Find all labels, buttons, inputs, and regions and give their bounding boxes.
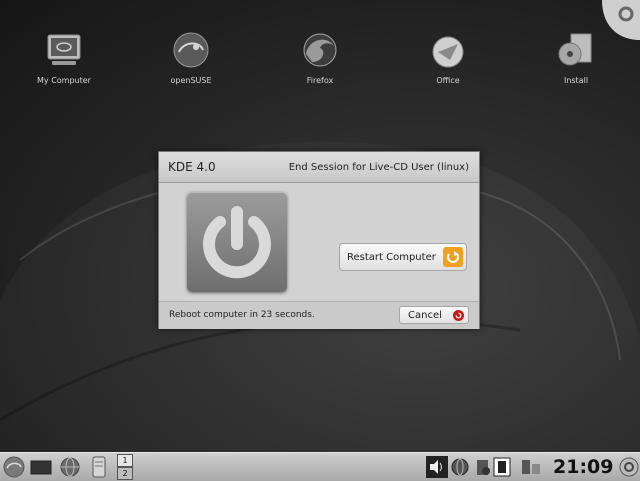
office-icon [432,36,464,68]
cancel-icon [453,310,464,321]
panel-toolbox-icon[interactable] [618,456,640,478]
volume-icon[interactable] [426,456,448,478]
dialog-footer: Reboot computer in 23 seconds. Cancel [159,301,479,329]
storage-device-icon[interactable] [88,456,110,478]
taskbar-panel: 1 2 21:09 [0,452,640,481]
taskbar-window-icon[interactable] [520,456,542,478]
reboot-countdown-text: Reboot computer in 23 seconds. [169,310,315,320]
clock-time[interactable]: 21:09 [553,456,613,478]
power-icon [203,206,271,279]
network-status-icon[interactable] [449,456,471,478]
device-notifier-icon[interactable] [491,456,513,478]
desktop-icon-label: Install [563,76,589,85]
pager-desktop-1[interactable]: 1 [117,454,133,467]
desktop-icon-label: Office [436,76,460,85]
end-session-dialog: KDE 4.0 End Session for Live-CD User (li… [158,151,480,329]
cancel-button[interactable]: Cancel [399,306,469,324]
opensuse-icon [173,32,209,68]
pager-desktop-2[interactable]: 2 [117,467,133,480]
cancel-label: Cancel [408,310,442,321]
dialog-header: KDE 4.0 End Session for Live-CD User (li… [159,152,479,183]
show-desktop-icon[interactable] [30,456,52,478]
kde-version-title: KDE 4.0 [168,160,216,174]
desktop-icon-label: Firefox [306,76,334,85]
desktop-icon-label: My Computer [37,76,91,85]
restart-computer-button[interactable]: Restart Computer [339,243,467,271]
desktop-icon-my-computer[interactable]: My Computer [24,30,104,85]
virtual-desktop-pager[interactable]: 1 2 [117,454,133,480]
desktop-icon-label: openSUSE [170,76,212,85]
power-icon-tile [187,192,287,292]
desktop-icon-opensuse[interactable]: openSUSE [151,30,231,85]
kickoff-menu-icon[interactable] [3,456,25,478]
network-globe-icon[interactable] [59,456,81,478]
computer-icon [47,34,81,65]
firefox-icon [303,33,337,67]
plasma-toolbox-icon[interactable] [600,0,640,40]
restart-computer-label: Restart Computer [347,252,436,263]
install-icon [558,33,592,66]
desktop-icon-office[interactable]: Office [408,30,488,85]
end-session-title: End Session for Live-CD User (linux) [288,162,469,173]
restart-icon [443,247,463,267]
desktop-icon-firefox[interactable]: Firefox [280,30,360,85]
